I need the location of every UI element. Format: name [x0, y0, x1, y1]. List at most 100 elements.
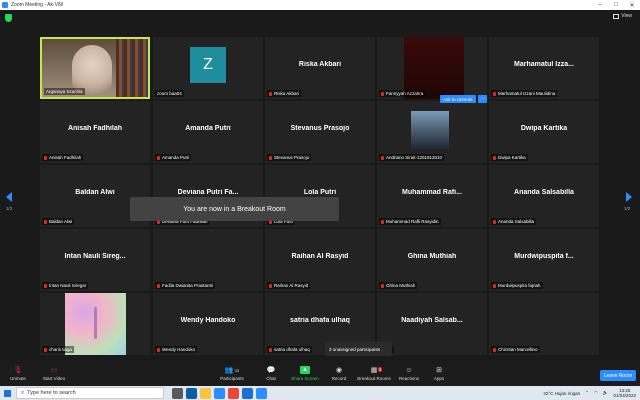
participant-tile[interactable]: Fannyyah Azzahra — [377, 37, 487, 99]
participant-tile[interactable]: Andriano Sirait-1201912010 — [377, 101, 487, 163]
breakout-rooms-button[interactable]: ▦ 3 Breakout Rooms — [356, 366, 392, 381]
participant-display-name: Marhamatul Izza... — [514, 61, 574, 68]
breakout-badge: 3 — [378, 367, 383, 372]
participant-display-name: Riska Akbari — [298, 61, 342, 68]
minimize-button[interactable]: – — [592, 0, 608, 10]
apps-button[interactable]: ⊞ Apps — [421, 366, 457, 381]
avatar: Z — [190, 47, 226, 83]
mic-muted-icon — [269, 91, 272, 96]
participant-tile[interactable]: Ghina Muthiah Ghina Muthiah — [377, 229, 487, 291]
participant-display-name: Anisah Fadhilah — [67, 125, 123, 132]
participant-tile[interactable]: Ananda Salsabilla Ananda Salsabilla — [489, 165, 599, 227]
mic-muted-icon — [44, 155, 47, 160]
participant-display-name: Ananda Salsabilla — [514, 189, 574, 196]
leave-room-button[interactable]: Leave Room — [600, 370, 636, 381]
participant-tile[interactable]: Zzoom baa04 — [153, 37, 263, 99]
share-screen-button[interactable]: ▲ Share Screen — [287, 366, 323, 381]
ask-to-unmute-button[interactable]: Ask to Unmute — [440, 95, 476, 103]
participant-tile[interactable]: Marhamatul Izza... Marhamatul Izzani Maul… — [489, 37, 599, 99]
security-shield-icon[interactable] — [5, 14, 12, 22]
mic-muted-icon — [269, 155, 272, 160]
participant-name-text: Riska Akbari — [274, 91, 300, 96]
participant-tile[interactable]: Wendy Handoko Wendy Handoko — [153, 293, 263, 355]
chevron-up-icon[interactable]: ⌃ — [585, 390, 589, 396]
participant-tile[interactable]: Riska Akbari Riska Akbari — [265, 37, 375, 99]
participant-name-text: Ananda Salsabilla — [498, 219, 535, 224]
clock[interactable]: 13:25 01/04/2022 — [613, 388, 636, 398]
tile-more-button[interactable]: ··· — [478, 95, 487, 103]
page-indicator-right: 1/2 — [624, 206, 631, 211]
participant-tile[interactable]: Intan Nauli Sireg... Intan Nauli Siregar — [40, 229, 150, 291]
mic-muted-icon — [493, 91, 496, 96]
prev-page-button[interactable] — [5, 191, 13, 203]
participant-name-label: Wendy Handoko — [155, 346, 198, 353]
record-button[interactable]: ◉ Record — [321, 366, 357, 381]
start-button[interactable] — [0, 386, 14, 400]
participant-profile-image — [65, 293, 126, 355]
close-button[interactable]: ✕ — [624, 0, 640, 10]
unmute-button[interactable]: 🎙 Unmute — [0, 366, 36, 381]
zoom-app-icon — [2, 2, 8, 8]
participant-name-text: Marhamatul Izzani Maulidina — [498, 91, 556, 96]
taskbar-search-box[interactable]: ⌕ Type here to search — [16, 387, 164, 399]
participant-tile[interactable]: Christian Marcellino — [489, 293, 599, 355]
mic-muted-icon — [44, 219, 47, 224]
view-button[interactable]: View — [613, 13, 632, 19]
meeting-toolbar: 🎙 Unmute ▭ Start Video 👥 33 Participants … — [0, 364, 640, 386]
participant-display-name: Deviana Putri Fa... — [177, 189, 239, 196]
participant-display-name: Wendy Handoko — [180, 317, 236, 324]
zoom-taskbar-icon[interactable] — [256, 387, 267, 399]
participant-name-label: Andriano Sirait-1201912010 — [379, 154, 445, 161]
mic-muted-icon — [44, 347, 47, 352]
mail-icon[interactable] — [242, 387, 253, 399]
participant-tile[interactable]: Amanda Putri Amanda Putri — [153, 101, 263, 163]
maximize-button[interactable]: □ — [608, 0, 624, 10]
mic-muted-icon — [493, 219, 496, 224]
volume-icon[interactable]: 🔈 — [603, 390, 609, 396]
edge-icon[interactable] — [186, 387, 197, 399]
mic-muted-icon — [381, 283, 384, 288]
apps-label: Apps — [433, 376, 445, 381]
participant-name-text: Amanda Putri — [162, 155, 190, 160]
file-explorer-icon[interactable] — [200, 387, 211, 399]
chat-button[interactable]: 💬 Chat — [253, 366, 289, 381]
window-title: Zoom Meeting - Ak-V8il — [11, 2, 63, 8]
participant-tile[interactable]: Stevanus Prasojo Stevanus Prasojo — [265, 101, 375, 163]
start-video-button[interactable]: ▭ Start Video — [36, 366, 72, 381]
breakout-toast: You are now in a Breakout Room — [130, 197, 339, 221]
participant-tile[interactable]: Anisah Fadhilah Anisah Fadhilah — [40, 101, 150, 163]
participant-name-text: Muhammad Rafli Rasyidin — [386, 219, 439, 224]
participant-tile[interactable]: Naadiyah Salsab...iah — [377, 293, 487, 355]
windows-logo-icon — [3, 389, 11, 397]
participant-tile[interactable]: Fadila Dwianita Prastantri — [153, 229, 263, 291]
reactions-icon: ☺ — [405, 366, 413, 374]
participants-button[interactable]: 👥 33 Participants — [214, 366, 250, 381]
participant-name-label: Raihan Al Rasyid — [267, 282, 311, 289]
participant-name-text: Fadila Dwianita Prastantri — [162, 283, 214, 288]
mic-muted-icon — [269, 347, 272, 352]
participant-tile[interactable]: Raihan Al Rasyid Raihan Al Rasyid — [265, 229, 375, 291]
weather-widget[interactable]: 32°C Hujan ringan — [543, 391, 580, 396]
participant-name-text: Anisah Fadhilah — [49, 155, 82, 160]
apps-icon: ⊞ — [436, 367, 442, 374]
participant-tile[interactable]: charis tiaga — [40, 293, 150, 355]
system-tray: 32°C Hujan ringan ⌃ ◠ 🔈 13:25 01/04/2022 — [543, 386, 636, 400]
participant-tile[interactable]: Dwipa Kartika Dwipa Kartika — [489, 101, 599, 163]
network-icon[interactable]: ◠ — [594, 390, 598, 396]
view-label: View — [621, 13, 632, 19]
unassigned-participants: 3 unassigned participants — [325, 342, 392, 356]
participant-display-name: Muhammad Rafi... — [402, 189, 462, 196]
store-icon[interactable] — [214, 387, 225, 399]
participant-tile[interactable]: Murdwipuspita f... Murdwipuspita fajriah — [489, 229, 599, 291]
participants-label: Participants — [220, 376, 244, 381]
chrome-icon[interactable] — [228, 387, 239, 399]
participant-display-name: Stevanus Prasojo — [290, 125, 350, 132]
mic-muted-icon — [493, 155, 496, 160]
participant-name-text: Stevanus Prasojo — [274, 155, 310, 160]
participant-tile[interactable]: Arganaya Szachia — [40, 37, 150, 99]
next-page-button[interactable] — [625, 191, 633, 203]
participant-name-text: Dwipa Kartika — [498, 155, 526, 160]
task-view-icon[interactable] — [172, 387, 183, 399]
participant-tile[interactable]: Muhammad Rafi... Muhammad Rafli Rasyidin — [377, 165, 487, 227]
record-icon: ◉ — [335, 367, 343, 374]
